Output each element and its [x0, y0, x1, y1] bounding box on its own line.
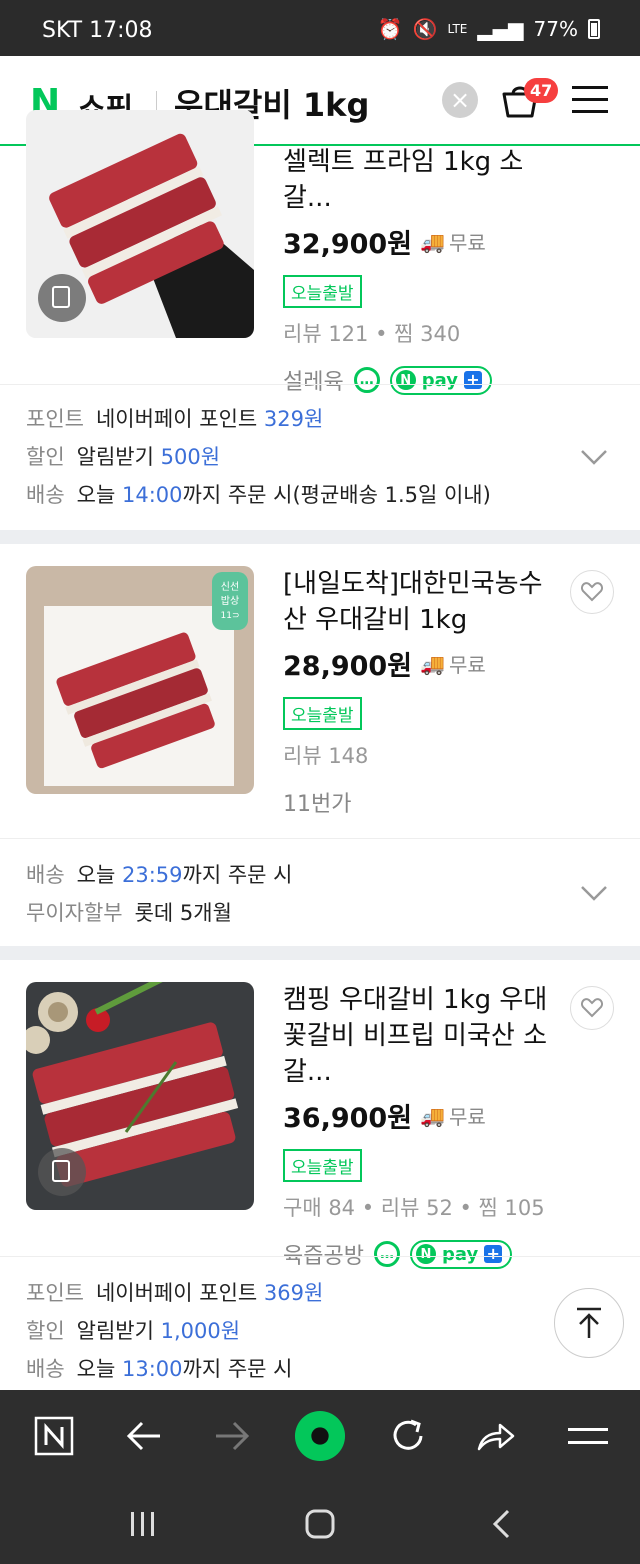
- discount-row: 할인 알림받기 500원: [26, 445, 221, 469]
- badge-text: 11⊃: [221, 611, 240, 621]
- shipping-row: 배송 오늘 23:59까지 주문 시: [26, 863, 293, 887]
- shipping-row: 배송 오늘 14:00까지 주문 시(평균배송 1.5일 이내): [26, 483, 491, 507]
- shipping-row: 배송 오늘 13:00까지 주문 시: [26, 1357, 293, 1381]
- status-carrier: SKT 17:08: [42, 18, 153, 43]
- point-row: 포인트 네이버페이 포인트 369원: [26, 1281, 324, 1305]
- arrow-left-icon: [126, 1421, 160, 1451]
- clear-search-button[interactable]: ×: [442, 82, 478, 118]
- menu-icon[interactable]: [572, 84, 608, 116]
- product-card[interactable]: 신선 밥상 11⊃ [내일도착]대한민국농수산 우대갈비 1kg 28,900원…: [0, 544, 640, 838]
- n-home-icon: [34, 1416, 74, 1456]
- hamburger-icon: [568, 1428, 608, 1444]
- chevron-left-icon: [492, 1509, 510, 1539]
- system-nav-bar: [0, 1482, 640, 1564]
- product-image[interactable]: [26, 110, 254, 338]
- section-separator: [0, 946, 640, 960]
- truck-icon: 🚚: [420, 651, 445, 676]
- product-price-row: 28,900원 🚚 무료: [283, 644, 553, 683]
- product-meta: 리뷰 121 • 찜 340: [283, 322, 461, 346]
- scroll-top-button[interactable]: [554, 1288, 624, 1358]
- product-info: 캠핑 우대갈비 1kg 우대꽃갈비 비프립 미국산 소갈... 36,900원 …: [283, 982, 553, 1270]
- product-info: [내일도착]대한민국농수산 우대갈비 1kg 28,900원 🚚 무료 오늘출발 …: [283, 566, 553, 818]
- product-price-row: 36,900원 🚚 무료: [283, 1096, 553, 1135]
- mute-icon: 🔇: [412, 17, 438, 41]
- delivery-info: 🚚 무료: [420, 1103, 486, 1130]
- product-title[interactable]: [내일도착]대한민국농수산 우대갈비 1kg: [283, 566, 553, 638]
- shipping-tag: 오늘출발: [283, 1149, 362, 1182]
- section-separator: [0, 530, 640, 544]
- back-button[interactable]: [118, 1410, 170, 1462]
- status-icons: ⏰ 🔇 LTE ▂▄▆ 77%: [378, 17, 600, 41]
- network-label: LTE: [447, 22, 468, 36]
- naver-home-button[interactable]: [28, 1410, 80, 1462]
- product-title[interactable]: 캠핑 우대갈비 1kg 우대꽃갈비 비프립 미국산 소갈...: [283, 982, 553, 1090]
- discount-row: 할인 알림받기 1,000원: [26, 1319, 241, 1343]
- green-dot-button[interactable]: [294, 1410, 346, 1462]
- battery-text: 77%: [533, 17, 578, 41]
- product-card[interactable]: 캠핑 우대갈비 1kg 우대꽃갈비 비프립 미국산 소갈... 36,900원 …: [0, 960, 640, 1269]
- shipping-tag: 오늘출발: [283, 697, 362, 730]
- badge-text: 밥상: [221, 595, 239, 607]
- product-price: 28,900원: [283, 651, 413, 682]
- status-bar: SKT 17:08 ⏰ 🔇 LTE ▂▄▆ 77%: [0, 0, 640, 56]
- chevron-down-icon[interactable]: [580, 449, 608, 465]
- installment-row: 무이자할부 롯데 5개월: [26, 901, 232, 925]
- seller-name[interactable]: 11번가: [283, 786, 351, 818]
- badge-text: 신선: [221, 581, 239, 593]
- product-image[interactable]: 신선 밥상 11⊃: [26, 566, 254, 794]
- shipping-tag: 오늘출발: [283, 275, 362, 308]
- product-extra-info[interactable]: 배송 오늘 23:59까지 주문 시 무이자할부 롯데 5개월: [0, 838, 640, 946]
- home-icon: [305, 1509, 335, 1539]
- home-button[interactable]: [300, 1504, 340, 1544]
- forward-button[interactable]: [206, 1410, 258, 1462]
- truck-icon: 🚚: [420, 229, 445, 254]
- share-icon: [477, 1423, 515, 1451]
- product-meta: 구매 84 • 리뷰 52 • 찜 105: [283, 1196, 545, 1220]
- delivery-info: 🚚 무료: [420, 651, 486, 678]
- wishlist-heart-icon[interactable]: [570, 570, 614, 614]
- seller-row: 11번가: [283, 786, 553, 818]
- recent-apps-icon: [131, 1512, 154, 1536]
- point-row: 포인트 네이버페이 포인트 329원: [26, 407, 324, 431]
- arrow-up-icon: [577, 1307, 601, 1338]
- product-price-row: 32,900원 🚚 무료: [283, 222, 553, 261]
- recent-apps-button[interactable]: [122, 1504, 162, 1544]
- product-meta: 리뷰 148: [283, 744, 369, 768]
- browser-toolbar: [0, 1390, 640, 1482]
- cart-count-badge: 47: [524, 78, 559, 103]
- refresh-button[interactable]: [382, 1410, 434, 1462]
- nav-back-button[interactable]: [482, 1504, 522, 1544]
- product-image[interactable]: [26, 982, 254, 1210]
- product-price: 32,900원: [283, 229, 413, 260]
- green-dot-icon: [294, 1410, 346, 1462]
- product-price: 36,900원: [283, 1103, 413, 1134]
- browser-menu-button[interactable]: [562, 1410, 614, 1462]
- signal-icon: ▂▄▆: [477, 17, 524, 41]
- truck-icon: 🚚: [420, 1103, 445, 1128]
- product-extra-info[interactable]: 포인트 네이버페이 포인트 329원 할인 알림받기 500원 배송 오늘 14:00…: [0, 384, 640, 530]
- alarm-icon: ⏰: [377, 17, 403, 41]
- chevron-down-icon[interactable]: [580, 885, 608, 901]
- refresh-icon: [393, 1419, 423, 1450]
- wishlist-heart-icon[interactable]: [570, 986, 614, 1030]
- delivery-info: 🚚 무료: [420, 229, 486, 256]
- product-info: 셀렉트 프라임 1kg 소갈... 32,900원 🚚 무료 오늘출발 리뷰 12…: [283, 144, 553, 396]
- share-button[interactable]: [470, 1410, 522, 1462]
- product-extra-info[interactable]: 포인트 네이버페이 포인트 369원 할인 알림받기 1,000원 배송 오늘 13:…: [0, 1256, 640, 1390]
- product-title[interactable]: 셀렉트 프라임 1kg 소갈...: [283, 144, 553, 216]
- arrow-right-icon: [216, 1421, 250, 1451]
- product-card[interactable]: 셀렉트 프라임 1kg 소갈... 32,900원 🚚 무료 오늘출발 리뷰 12…: [0, 110, 640, 395]
- battery-icon: [588, 19, 600, 39]
